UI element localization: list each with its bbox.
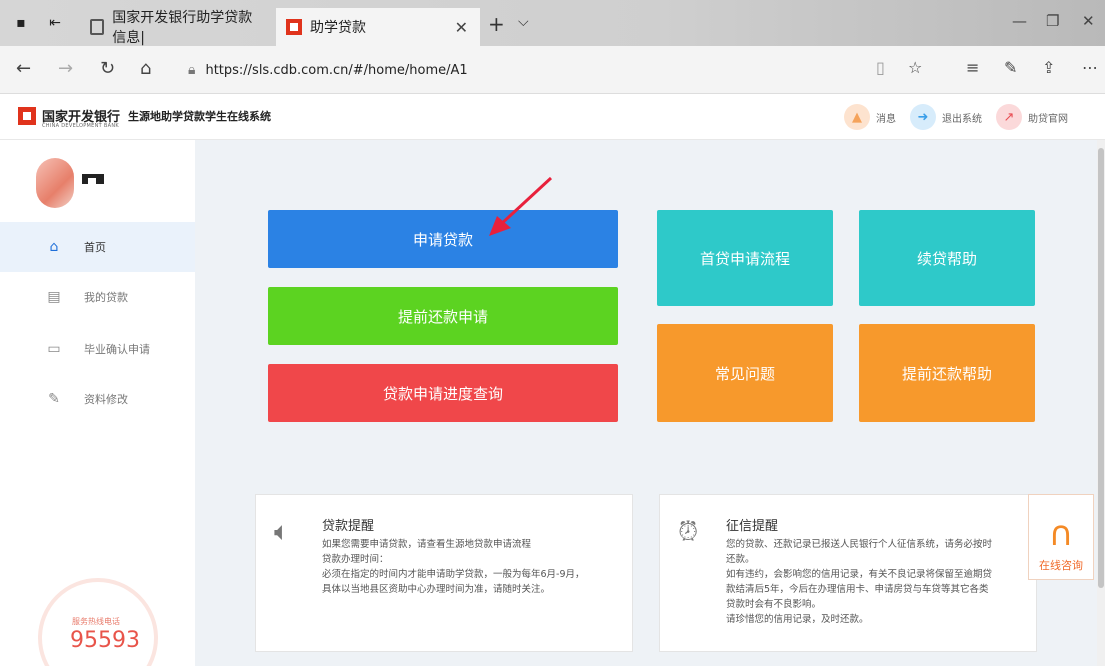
notice-line: 如果您需要申请贷款，请查看生源地贷款申请流程: [322, 539, 532, 550]
notice-line: 必须在指定的时间内才能申请助学贷款，一般为每年6月-9月，: [322, 569, 585, 580]
tab-actions-icon[interactable]: ▪: [12, 14, 30, 32]
url-field[interactable]: 🔒︎ https://sls.cdb.com.cn/#/home/home/A1: [188, 56, 818, 84]
forward-icon[interactable]: →: [58, 58, 73, 79]
address-bar: ← → ↻ ⌂ 🔒︎ https://sls.cdb.com.cn/#/home…: [0, 46, 1105, 94]
loan-notice-card: 🔈︎ 贷款提醒 如果您需要申请贷款，请查看生源地贷款申请流程 贷款办理时间： 必…: [255, 494, 633, 652]
button-label: 提前还款申请: [397, 307, 488, 326]
hotline-label: 服务热线电话: [72, 617, 120, 626]
button-label: 贷款申请进度查询: [382, 384, 503, 403]
button-label: 提前还款帮助: [901, 364, 992, 383]
notice-line: 具体以当地县区资助中心办理时间为准，请随时关注。: [322, 584, 551, 595]
button-label: 申请贷款: [412, 230, 473, 249]
more-icon[interactable]: ⋯: [1082, 58, 1098, 77]
headphones-icon: ∩: [1048, 514, 1074, 554]
cdb-logo-icon: [18, 106, 36, 125]
minimize-icon[interactable]: —: [1012, 12, 1027, 30]
username-redacted: [82, 174, 104, 184]
sidebar-item-label: 首页: [84, 241, 106, 254]
progress-query-button[interactable]: 贷款申请进度查询: [268, 364, 618, 422]
hotline-number: 95593: [70, 628, 140, 653]
notice-line: 贷款办理时间：: [322, 554, 389, 565]
scrollbar-thumb[interactable]: [1098, 148, 1104, 588]
notice-line: 如有违约，会影响您的信用记录，有关不良记录将保留至逾期贷: [726, 569, 993, 580]
favorite-star-icon[interactable]: ☆: [908, 58, 922, 77]
notice-line: 请珍惜您的信用记录，及时还款。: [726, 614, 869, 625]
credit-notice-card: ⏰︎ 征信提醒 您的贷款、还款记录已报送人民银行个人征信系统，请务必按时 还款。…: [659, 494, 1037, 652]
button-label: 常见问题: [714, 364, 775, 383]
external-link-icon: ↗: [996, 104, 1022, 130]
close-window-icon[interactable]: ✕: [1082, 12, 1095, 30]
home-icon[interactable]: ⌂: [140, 58, 151, 79]
notice-line: 贷款时会有不良影响。: [726, 599, 822, 610]
logout-link[interactable]: ➜ 退出系统: [910, 104, 982, 130]
sidebar-item-graduation-confirm[interactable]: ▭ 毕业确认申请: [0, 324, 195, 374]
logout-label: 退出系统: [942, 113, 982, 125]
chevron-down-icon[interactable]: ⌵: [518, 14, 529, 30]
close-tab-icon[interactable]: ✕: [455, 18, 468, 37]
document-icon: ▤: [47, 289, 61, 305]
credit-notice-body: 您的贷款、还款记录已报送人民银行个人征信系统，请务必按时 还款。 如有违约，会影…: [726, 537, 992, 627]
brand: 国家开发银行 生源地助学贷款学生在线系统 CHINA DEVELOPMENT B…: [18, 106, 272, 129]
consult-label: 在线咨询: [1039, 559, 1083, 572]
alarm-clock-icon: ⏰︎: [678, 517, 699, 547]
scrollbar[interactable]: [1097, 140, 1105, 666]
sidebar-item-label: 毕业确认申请: [84, 343, 150, 356]
monitor-icon: ▭: [47, 341, 61, 357]
credit-notice-title: 征信提醒: [726, 519, 779, 534]
renewal-help-button[interactable]: 续贷帮助: [859, 210, 1035, 306]
online-consult-button[interactable]: ∩ 在线咨询: [1028, 494, 1094, 580]
bank-name-en: CHINA DEVELOPMENT BANK: [42, 123, 119, 129]
back-icon[interactable]: ←: [16, 58, 31, 79]
back-tabs-icon[interactable]: ⇤: [46, 14, 64, 32]
messages-label: 消息: [876, 113, 896, 125]
bell-icon: ▲: [844, 104, 870, 130]
faq-button[interactable]: 常见问题: [657, 324, 833, 422]
button-label: 首贷申请流程: [699, 249, 790, 268]
apply-loan-button[interactable]: 申请贷款: [268, 210, 618, 268]
app-header: 国家开发银行 生源地助学贷款学生在线系统 CHINA DEVELOPMENT B…: [0, 94, 1105, 140]
early-repay-help-button[interactable]: 提前还款帮助: [859, 324, 1035, 422]
notice-line: 款结清后5年，今后在办理信用卡、申请房贷与车贷等其它各类: [726, 584, 989, 595]
browser-tab-loan[interactable]: 助学贷款 ✕: [276, 8, 480, 46]
avatar[interactable]: [36, 158, 74, 208]
cdb-logo-icon: [286, 19, 302, 35]
official-site-label: 助贷官网: [1028, 113, 1068, 125]
url-text: https://sls.cdb.com.cn/#/home/home/A1: [205, 62, 468, 78]
official-site-link[interactable]: ↗ 助贷官网: [996, 104, 1068, 130]
reading-view-icon[interactable]: ▯: [876, 58, 885, 77]
browser-tab-bar: ▪ ⇤ 国家开发银行助学贷款信息| 助学贷款 ✕ + ⌵ — ❐ ✕: [0, 0, 1105, 46]
pen-icon[interactable]: ✎: [1004, 58, 1017, 77]
speaker-icon: 🔈︎: [274, 517, 290, 547]
hotline: 服务热线电话 95593: [38, 578, 158, 666]
first-loan-process-button[interactable]: 首贷申请流程: [657, 210, 833, 306]
share-icon[interactable]: ⇪: [1042, 58, 1055, 77]
sidebar-item-edit-profile[interactable]: ✎ 资料修改: [0, 374, 195, 424]
tab-label: 助学贷款: [310, 20, 366, 36]
edit-icon: ✎: [48, 391, 60, 407]
sidebar: ⌂ 首页 ▤ 我的贷款 ▭ 毕业确认申请 ✎ 资料修改 服务热线电话 95593: [0, 140, 195, 666]
sidebar-item-my-loans[interactable]: ▤ 我的贷款: [0, 272, 195, 322]
favorites-list-icon[interactable]: ≡: [966, 58, 979, 77]
page-icon: [90, 19, 105, 35]
home-icon: ⌂: [49, 239, 59, 255]
logout-icon: ➜: [910, 104, 936, 130]
loan-notice-body: 如果您需要申请贷款，请查看生源地贷款申请流程 贷款办理时间： 必须在指定的时间内…: [322, 537, 585, 597]
messages-link[interactable]: ▲ 消息: [844, 104, 896, 130]
browser-tab-info[interactable]: 国家开发银行助学贷款信息|: [80, 8, 270, 46]
system-name: 生源地助学贷款学生在线系统: [128, 109, 272, 123]
lock-icon: 🔒︎: [188, 62, 196, 78]
notice-line: 您的贷款、还款记录已报送人民银行个人征信系统，请务必按时: [726, 539, 993, 550]
new-tab-icon[interactable]: +: [488, 12, 505, 36]
notice-line: 还款。: [726, 554, 755, 565]
sidebar-item-label: 我的贷款: [84, 291, 128, 304]
refresh-icon[interactable]: ↻: [100, 58, 115, 79]
early-repay-apply-button[interactable]: 提前还款申请: [268, 287, 618, 345]
loan-notice-title: 贷款提醒: [322, 519, 375, 534]
sidebar-item-home[interactable]: ⌂ 首页: [0, 222, 195, 272]
button-label: 续贷帮助: [916, 249, 977, 268]
tab-label: 国家开发银行助学贷款信息|: [112, 10, 253, 46]
maximize-icon[interactable]: ❐: [1046, 12, 1059, 30]
sidebar-item-label: 资料修改: [84, 393, 128, 406]
main-content: 申请贷款 提前还款申请 贷款申请进度查询 首贷申请流程 续贷帮助 常见问题 提前…: [195, 140, 1105, 666]
